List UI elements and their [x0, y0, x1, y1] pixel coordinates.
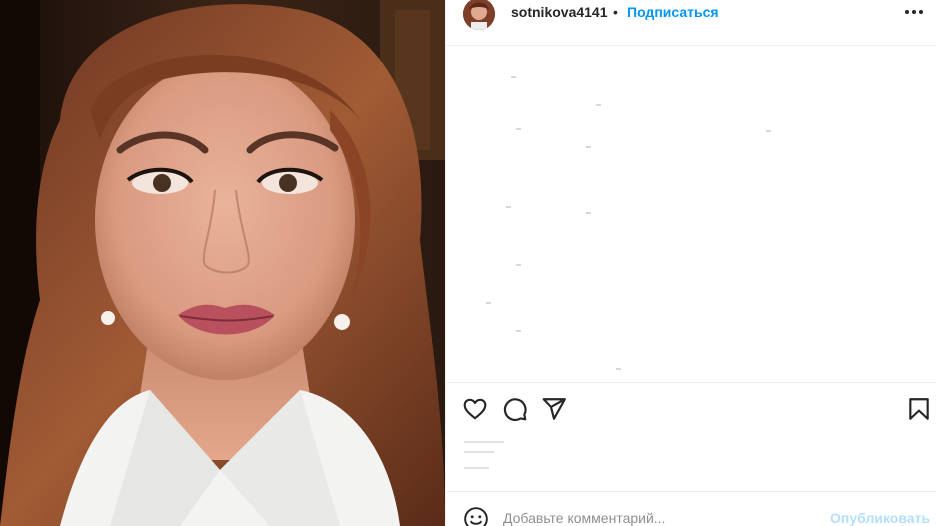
blurred-text — [616, 368, 621, 370]
publish-button[interactable]: Опубликовать — [830, 510, 930, 526]
blurred-text — [586, 146, 591, 148]
paper-plane-icon[interactable] — [541, 396, 567, 422]
post-photo[interactable] — [0, 0, 445, 526]
avatar[interactable] — [463, 0, 495, 30]
blurred-timestamp — [464, 467, 489, 469]
avatar-image — [463, 0, 495, 30]
add-comment-bar: Опубликовать — [446, 491, 936, 526]
blurred-text — [516, 128, 521, 130]
more-horizontal-icon[interactable] — [902, 4, 926, 20]
blurred-text — [516, 264, 521, 266]
blurred-text — [486, 302, 491, 304]
smiley-icon[interactable] — [463, 506, 489, 526]
post-sidebar: sotnikova4141 • Подписаться Добавьте ком… — [445, 0, 936, 526]
comment-input[interactable] — [503, 506, 823, 526]
blurred-text — [511, 76, 516, 78]
comment-bubble-icon[interactable] — [502, 396, 528, 422]
blurred-text — [766, 130, 771, 132]
blurred-text — [506, 206, 511, 208]
instagram-post: sotnikova4141 • Подписаться Добавьте ком… — [0, 0, 936, 526]
follow-button[interactable]: Подписаться — [627, 4, 719, 20]
post-header: sotnikova4141 • Подписаться — [446, 0, 936, 46]
comments-area — [446, 46, 936, 383]
blurred-text — [586, 212, 591, 214]
blurred-text — [596, 104, 601, 106]
heart-icon[interactable] — [462, 396, 488, 422]
blurred-caption — [464, 451, 494, 453]
bookmark-icon[interactable] — [906, 396, 932, 422]
portrait-photo — [0, 0, 445, 526]
action-bar — [446, 396, 936, 424]
blurred-likes — [464, 441, 504, 443]
username[interactable]: sotnikova4141 — [511, 4, 608, 20]
separator-dot: • — [613, 4, 618, 20]
blurred-text — [516, 330, 521, 332]
